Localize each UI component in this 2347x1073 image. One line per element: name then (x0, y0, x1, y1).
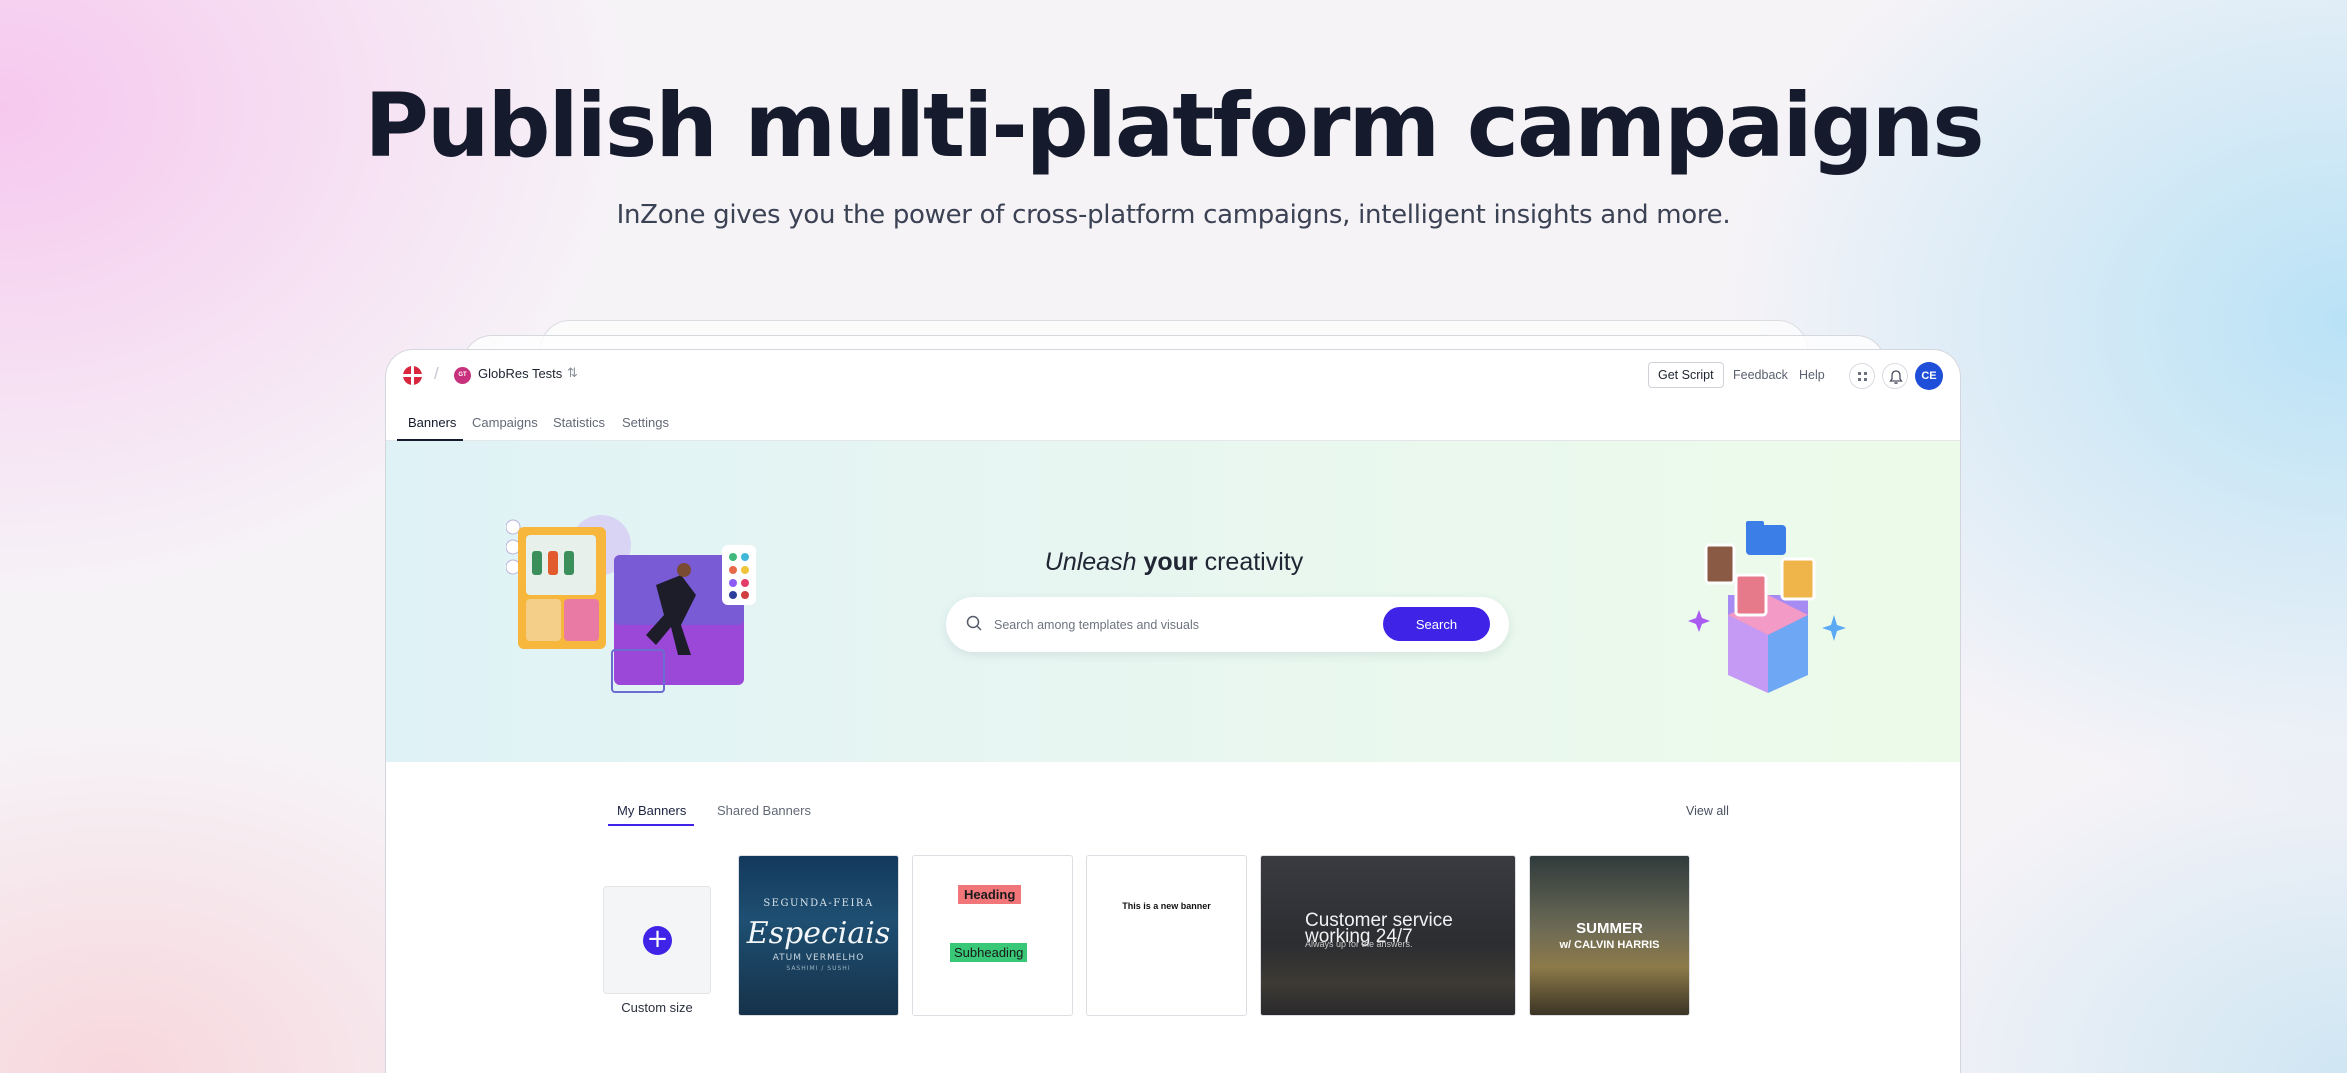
headline-italic: Unleash (1044, 548, 1137, 576)
search-button[interactable]: Search (1383, 607, 1490, 641)
banner-illustration-left (506, 515, 756, 693)
brand-logo-icon[interactable] (403, 366, 422, 385)
banner-card[interactable]: SEGUNDA-FEIRA Especiais ATUM VERMELHO SA… (738, 855, 899, 1016)
view-all-link[interactable]: View all (1686, 804, 1729, 818)
card-subheading: Subheading (950, 943, 1028, 962)
creativity-banner: Unleash your creativity Search (386, 441, 1960, 762)
banner-card[interactable]: This is a new banner (1086, 855, 1247, 1016)
banner-section-tabs: My Banners Shared Banners View all (386, 794, 1960, 826)
tab-banners[interactable]: Banners (408, 415, 456, 430)
notifications-button[interactable] (1882, 363, 1908, 389)
workspace-name[interactable]: GlobRes Tests (478, 366, 562, 381)
bell-icon (1889, 370, 1903, 384)
card-text: w/ CALVIN HARRIS (1559, 939, 1660, 951)
top-bar: / GT GlobRes Tests ⇅ Get Script Feedback… (386, 350, 1960, 402)
get-script-button[interactable]: Get Script (1648, 362, 1724, 388)
workspace-switch-icon[interactable]: ⇅ (567, 365, 578, 381)
card-text: ATUM VERMELHO (772, 953, 865, 963)
tab-shared-banners[interactable]: Shared Banners (717, 803, 811, 818)
feedback-link[interactable]: Feedback (1733, 368, 1788, 382)
tab-campaigns[interactable]: Campaigns (472, 415, 538, 430)
card-text: Always up for the answers. (1305, 939, 1413, 949)
hero-subtitle: InZone gives you the power of cross-plat… (616, 200, 1731, 230)
help-link[interactable]: Help (1799, 368, 1825, 382)
banner-card[interactable]: SUMMER w/ CALVIN HARRIS (1529, 855, 1690, 1016)
custom-size-label: Custom size (621, 1000, 693, 1015)
search-input[interactable] (994, 611, 1374, 639)
plus-icon: + (643, 926, 672, 955)
banner-illustration-right (1688, 521, 1846, 693)
grid-icon (1858, 372, 1867, 381)
search-icon (966, 615, 982, 631)
card-text: Especiais (746, 916, 891, 951)
workspace-avatar: GT (454, 367, 471, 384)
template-search-box: Search (946, 597, 1509, 652)
banner-card[interactable]: Customer service working 24/7 Always up … (1260, 855, 1516, 1016)
app-window: / GT GlobRes Tests ⇅ Get Script Feedback… (385, 349, 1961, 1073)
user-avatar[interactable]: CE (1915, 362, 1943, 390)
section-tab-indicator (608, 824, 694, 826)
apps-grid-button[interactable] (1849, 363, 1875, 389)
tab-my-banners[interactable]: My Banners (617, 803, 686, 818)
headline-rest: creativity (1204, 548, 1304, 576)
card-text: SUMMER (1576, 920, 1643, 937)
banner-card[interactable]: Heading Subheading (912, 855, 1073, 1016)
card-text: SEGUNDA-FEIRA (763, 898, 874, 909)
custom-size-tile[interactable]: + (603, 886, 711, 994)
tab-settings[interactable]: Settings (622, 415, 669, 430)
card-text: SASHIMI / SUSHI (786, 965, 851, 972)
main-tabs: Banners Campaigns Statistics Settings (386, 402, 1960, 441)
breadcrumb-separator: / (434, 364, 439, 383)
tab-statistics[interactable]: Statistics (553, 415, 605, 430)
hero-title: Publish multi-platform campaigns (364, 74, 1984, 177)
card-heading: Heading (958, 885, 1022, 904)
card-text: This is a new banner (1122, 901, 1211, 911)
headline-bold: your (1143, 548, 1198, 576)
